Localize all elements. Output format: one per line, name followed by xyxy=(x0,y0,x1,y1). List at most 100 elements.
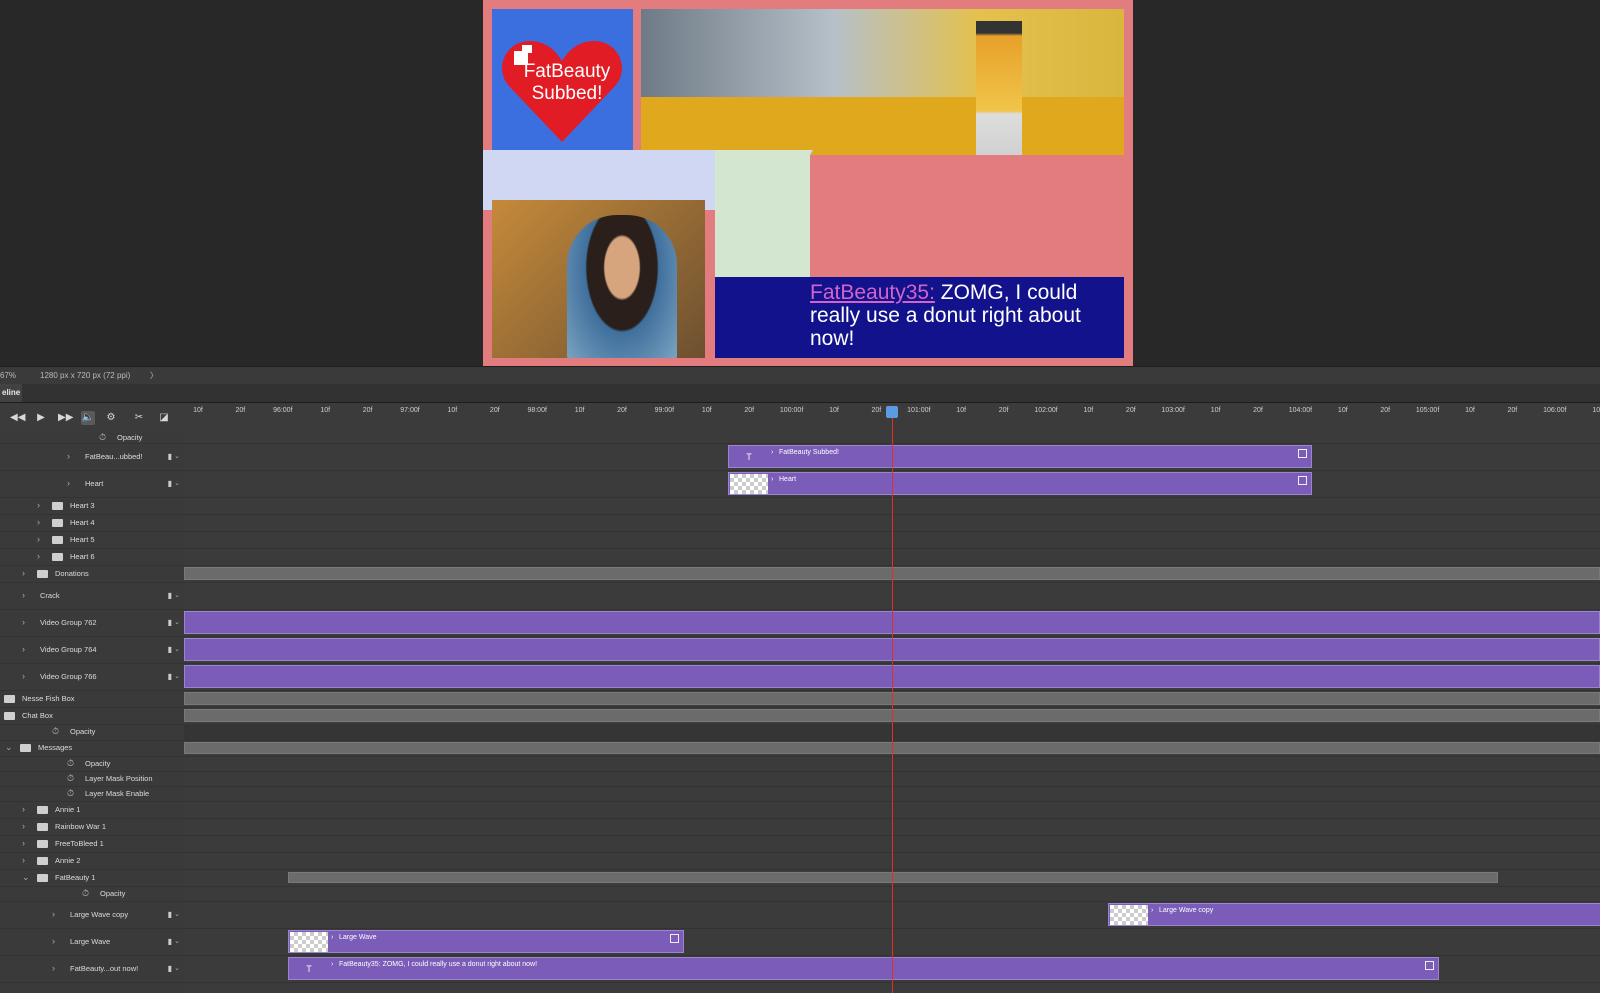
canvas-preview: FatBeauty Subbed! FatBeauty35: ZOMG, I c… xyxy=(483,0,1133,366)
layer-menu-chevron-icon[interactable]: ⌄ xyxy=(174,452,180,460)
chevron-right-icon[interactable]: › xyxy=(331,961,333,968)
playhead[interactable] xyxy=(892,406,893,993)
layer-row[interactable]: › FreeToBleed 1 xyxy=(0,835,184,853)
layer-row[interactable]: › ▮ ⌄ Video Group 764 xyxy=(0,636,184,664)
gear-icon[interactable]: ⚙ xyxy=(104,411,118,425)
zoom-level[interactable]: 67% xyxy=(0,367,16,384)
chevron-right-icon[interactable]: › xyxy=(37,500,40,510)
playhead-handle[interactable] xyxy=(886,406,898,418)
chevron-right-icon[interactable]: › xyxy=(67,451,70,461)
layer-row[interactable]: › ▮ ⌄ Crack xyxy=(0,582,184,610)
clip-end-icon[interactable] xyxy=(670,934,679,943)
info-menu-arrow[interactable]: 〉 xyxy=(150,367,158,384)
chevron-right-icon[interactable]: › xyxy=(22,568,25,578)
clip[interactable]: T › FatBeauty Subbed! xyxy=(728,445,1312,468)
chevron-right-icon[interactable]: › xyxy=(22,855,25,865)
film-icon[interactable]: ▮ xyxy=(168,964,172,973)
film-icon[interactable]: ▮ xyxy=(168,618,172,627)
film-icon[interactable]: ▮ xyxy=(168,672,172,681)
skip-back-icon[interactable]: ◀◀ xyxy=(10,411,25,425)
chevron-right-icon[interactable]: › xyxy=(331,934,333,941)
layer-row[interactable]: › Rainbow War 1 xyxy=(0,818,184,836)
layer-row[interactable]: › Donations xyxy=(0,565,184,583)
scissors-icon[interactable]: ✂ xyxy=(132,411,146,425)
chevron-right-icon[interactable]: › xyxy=(22,671,25,681)
layer-menu-chevron-icon[interactable]: ⌄ xyxy=(174,618,180,626)
chevron-right-icon[interactable]: › xyxy=(22,838,25,848)
stopwatch-icon[interactable]: ⏱ xyxy=(67,788,74,799)
film-icon[interactable]: ▮ xyxy=(168,937,172,946)
film-icon[interactable]: ▮ xyxy=(168,591,172,600)
chevron-right-icon[interactable]: › xyxy=(1151,907,1153,914)
layer-row[interactable]: › Heart 6 xyxy=(0,548,184,566)
chevron-right-icon[interactable]: › xyxy=(52,909,55,919)
layer-row[interactable]: › ▮ ⌄ FatBeau...ubbed! xyxy=(0,443,184,471)
clip-end-icon[interactable] xyxy=(1298,476,1307,485)
stopwatch-icon[interactable]: ⏱ xyxy=(67,773,74,784)
chevron-right-icon[interactable]: › xyxy=(22,644,25,654)
stopwatch-icon[interactable]: ⏱ xyxy=(82,888,89,899)
chevron-down-icon[interactable]: ⌄ xyxy=(22,872,30,883)
stopwatch-icon[interactable]: ⏱ xyxy=(52,726,59,737)
chevron-right-icon[interactable]: › xyxy=(771,449,773,456)
layer-row[interactable]: ⌄ FatBeauty 1 xyxy=(0,869,184,887)
clip[interactable]: › Large Wave copy xyxy=(1108,903,1600,926)
layer-row[interactable]: ›Nesse Fish Box xyxy=(0,690,184,708)
skip-forward-icon[interactable]: ▶▶ xyxy=(58,411,73,425)
clip-end-icon[interactable] xyxy=(1425,961,1434,970)
layer-menu-chevron-icon[interactable]: ⌄ xyxy=(174,645,180,653)
layer-row[interactable]: › ▮ ⌄ Large Wave xyxy=(0,928,184,956)
transition-icon[interactable]: ◪ xyxy=(157,411,171,425)
chevron-right-icon[interactable]: › xyxy=(771,476,773,483)
layer-menu-chevron-icon[interactable]: ⌄ xyxy=(174,937,180,945)
layer-menu-chevron-icon[interactable]: ⌄ xyxy=(174,479,180,487)
layer-row[interactable]: ⌄ Messages xyxy=(0,740,184,757)
chevron-right-icon[interactable]: › xyxy=(52,963,55,973)
chevron-right-icon[interactable]: › xyxy=(22,821,25,831)
layer-row[interactable]: › ▮ ⌄ Heart xyxy=(0,470,184,498)
clip-end-icon[interactable] xyxy=(1298,449,1307,458)
layer-row[interactable]: ⏱ Layer Mask Position xyxy=(0,771,184,787)
layer-row[interactable]: › ▮ ⌄ Large Wave copy xyxy=(0,901,184,929)
layer-row[interactable]: › Heart 4 xyxy=(0,514,184,532)
layer-row[interactable]: ⏱ Opacity xyxy=(0,756,184,772)
layer-row[interactable]: ⏱ Layer Mask Enable xyxy=(0,786,184,802)
stopwatch-icon[interactable]: ⏱ xyxy=(67,758,74,769)
film-icon[interactable]: ▮ xyxy=(168,645,172,654)
speaker-icon[interactable]: 🔈 xyxy=(81,411,95,425)
clip[interactable]: T › FatBeauty35: ZOMG, I could really use … xyxy=(288,957,1439,980)
ruler-tick-label: 20f xyxy=(1253,407,1263,414)
layer-row[interactable]: › ▮ ⌄ Video Group 766 xyxy=(0,663,184,691)
layer-row[interactable]: › Annie 1 xyxy=(0,801,184,819)
layer-menu-chevron-icon[interactable]: ⌄ xyxy=(174,672,180,680)
film-icon[interactable]: ▮ xyxy=(168,452,172,461)
layer-row[interactable]: › Heart 5 xyxy=(0,531,184,549)
tab-timeline[interactable]: eline xyxy=(0,384,23,402)
chevron-right-icon[interactable]: › xyxy=(67,478,70,488)
layer-row[interactable]: › ▮ ⌄ FatBeauty...out now! xyxy=(0,955,184,983)
chevron-right-icon[interactable]: › xyxy=(37,551,40,561)
layer-row[interactable]: ⏱ Opacity xyxy=(0,886,184,902)
chevron-right-icon[interactable]: › xyxy=(22,590,25,600)
layer-row[interactable]: ⌄Chat Box xyxy=(0,707,184,725)
clip[interactable]: › Large Wave xyxy=(288,930,684,953)
group-duration-bar[interactable] xyxy=(288,872,1498,883)
layer-row[interactable]: › ▮ ⌄ Video Group 762 xyxy=(0,609,184,637)
layer-menu-chevron-icon[interactable]: ⌄ xyxy=(174,910,180,918)
clip[interactable]: › Heart xyxy=(728,472,1312,495)
chevron-right-icon[interactable]: › xyxy=(22,617,25,627)
film-icon[interactable]: ▮ xyxy=(168,479,172,488)
stopwatch-icon[interactable]: ⏱ xyxy=(99,432,106,443)
layer-row[interactable]: ⏱ Opacity xyxy=(0,724,184,741)
layer-menu-chevron-icon[interactable]: ⌄ xyxy=(174,591,180,599)
chevron-right-icon[interactable]: › xyxy=(52,936,55,946)
play-icon[interactable]: ▶ xyxy=(34,411,48,425)
film-icon[interactable]: ▮ xyxy=(168,910,172,919)
chevron-right-icon[interactable]: › xyxy=(37,517,40,527)
chevron-down-icon[interactable]: ⌄ xyxy=(5,742,13,753)
layer-row[interactable]: › Heart 3 xyxy=(0,497,184,515)
chevron-right-icon[interactable]: › xyxy=(37,534,40,544)
layer-row[interactable]: › Annie 2 xyxy=(0,852,184,870)
layer-menu-chevron-icon[interactable]: ⌄ xyxy=(174,964,180,972)
chevron-right-icon[interactable]: › xyxy=(22,804,25,814)
